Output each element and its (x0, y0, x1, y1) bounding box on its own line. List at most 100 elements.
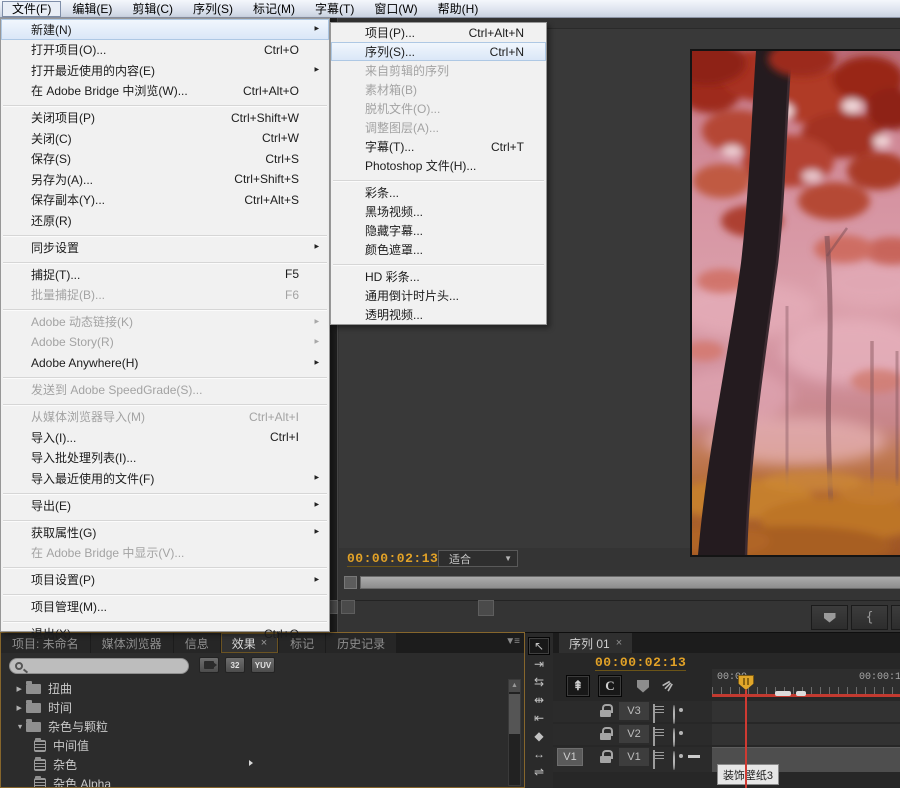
slide-tool[interactable]: ⇌ (528, 763, 550, 781)
file-menu-item[interactable]: 从媒体浏览器导入(M) Ctrl+Alt+I (1, 407, 329, 428)
razor-tool[interactable]: ◆ (528, 727, 550, 745)
submenu-item[interactable]: Photoshop 文件(H)... (331, 156, 546, 175)
submenu-item[interactable]: 脱机文件(O)... (331, 99, 546, 118)
effects-folder-distort[interactable]: 扭曲 (2, 679, 507, 698)
file-menu-item[interactable]: Adobe Anywhere(H) (1, 353, 329, 374)
sync-lock-toggle[interactable] (653, 751, 655, 769)
submenu-item[interactable]: 项目(P)... Ctrl+Alt+N (331, 23, 546, 42)
file-menu-item[interactable]: 在 Adobe Bridge 中显示(V)... (1, 543, 329, 564)
submenu-item[interactable]: 来自剪辑的序列 (331, 61, 546, 80)
zoom-level-select[interactable]: 适合 ▼ (438, 550, 518, 567)
submenu-item[interactable]: 序列(S)... Ctrl+N (331, 42, 546, 61)
effects-search-input[interactable] (9, 658, 189, 674)
add-marker-button[interactable] (811, 605, 848, 630)
effect-median[interactable]: 中间值 (2, 736, 507, 755)
menubar-item[interactable]: 帮助(H) (429, 1, 488, 17)
menubar-item[interactable]: 编辑(E) (63, 1, 121, 17)
file-menu-item[interactable]: 还原(R) (1, 210, 329, 231)
file-menu-item[interactable]: 同步设置 (1, 237, 329, 258)
track-output-toggle[interactable] (673, 706, 675, 724)
file-menu-item[interactable]: 批量捕捉(B)... F6 (1, 285, 329, 306)
submenu-item[interactable]: 素材箱(B) (331, 80, 546, 99)
sync-lock-toggle[interactable] (653, 728, 655, 746)
panel-tab[interactable]: 历史记录 × (326, 633, 396, 653)
twisty-icon[interactable] (17, 684, 26, 692)
twisty-icon[interactable] (17, 703, 26, 711)
submenu-item[interactable]: HD 彩条... (331, 267, 546, 286)
track-name[interactable]: V2 (619, 725, 649, 743)
rolling-edit-tool[interactable]: ⇹ (528, 691, 550, 709)
file-menu-item[interactable]: 导入批处理列表(I)... (1, 448, 329, 469)
mark-in-button[interactable]: { (851, 605, 888, 630)
sync-lock-toggle[interactable] (653, 705, 655, 723)
effects-folder-time[interactable]: 时间 (2, 698, 507, 717)
track-output-toggle[interactable] (673, 752, 675, 770)
submenu-item[interactable]: 颜色遮罩... (331, 240, 546, 259)
file-menu-item[interactable]: 导入(I)... Ctrl+I (1, 427, 329, 448)
file-menu-item[interactable]: 项目管理(M)... (1, 597, 329, 618)
scroll-up-icon[interactable]: ▲ (509, 680, 520, 692)
track-content[interactable] (712, 701, 900, 722)
monitor-scrollbar[interactable] (360, 576, 900, 589)
menubar-item[interactable]: 字幕(T) (306, 1, 363, 17)
clip-name-label[interactable]: 装饰壁纸3 (717, 764, 779, 785)
file-menu-item[interactable]: 项目设置(P) (1, 570, 329, 591)
track-name[interactable]: V3 (619, 702, 649, 720)
menubar-item[interactable]: 窗口(W) (365, 1, 426, 17)
source-patch-toggle[interactable]: V1 (557, 748, 583, 766)
submenu-item[interactable]: 调整图层(A)... (331, 118, 546, 137)
file-menu-item[interactable]: 打开最近使用的内容(E) (1, 60, 329, 81)
file-menu-item[interactable]: 保存(S) Ctrl+S (1, 149, 329, 170)
submenu-item[interactable]: 黑场视频... (331, 202, 546, 221)
submenu-item[interactable]: 通用倒计时片头... (331, 286, 546, 305)
effect-noise[interactable]: 杂色 (2, 755, 507, 774)
track-content[interactable] (712, 724, 900, 745)
menubar-item[interactable]: 剪辑(C) (123, 1, 182, 17)
sequence-tab[interactable]: 序列 01 × (559, 633, 632, 653)
playback-button[interactable] (478, 600, 494, 616)
close-tab-icon[interactable]: × (616, 637, 622, 649)
menubar-item[interactable]: 标记(M) (244, 1, 304, 17)
track-name[interactable]: V1 (619, 748, 649, 766)
rate-stretch-tool[interactable]: ⇤ (528, 709, 550, 727)
add-marker-button[interactable] (631, 675, 655, 697)
file-menu-item[interactable]: 导出(E) (1, 495, 329, 516)
linked-selection-button[interactable]: C (598, 675, 622, 697)
track-output-toggle[interactable] (673, 729, 675, 747)
monitor-scroll-button-b[interactable] (341, 600, 355, 614)
submenu-item[interactable]: 字幕(T)... Ctrl+T (331, 137, 546, 156)
file-menu-item[interactable]: 退出(X) Ctrl+Q (1, 624, 329, 645)
file-menu-item[interactable]: Adobe Story(R) (1, 332, 329, 353)
ripple-edit-tool[interactable]: ⇆ (528, 673, 550, 691)
slip-tool[interactable]: ↔ (528, 745, 550, 763)
file-menu-item[interactable]: 发送到 Adobe SpeedGrade(S)... (1, 380, 329, 401)
accelerated-effects-filter[interactable] (199, 657, 219, 673)
file-menu-item[interactable]: 保存副本(Y)... Ctrl+Alt+S (1, 190, 329, 211)
panel-menu-icon[interactable]: ▼≡ (505, 636, 519, 647)
effect-noise-alpha[interactable]: 杂色 Alpha (2, 774, 507, 787)
submenu-item[interactable]: 隐藏字幕... (331, 221, 546, 240)
monitor-scroll-left-handle[interactable] (344, 576, 357, 589)
effects-folder-noise-grain[interactable]: 杂色与颗粒 (2, 717, 507, 736)
program-timecode[interactable]: 00:00:02:13 (347, 551, 438, 567)
file-menu-item[interactable]: 关闭项目(P) Ctrl+Shift+W (1, 108, 329, 129)
file-menu-item[interactable]: 另存为(A)... Ctrl+Shift+S (1, 169, 329, 190)
snap-button[interactable]: ⇞ (566, 675, 590, 697)
file-menu-item[interactable]: 获取属性(G) (1, 522, 329, 543)
submenu-item[interactable]: 彩条... (331, 183, 546, 202)
file-menu-item[interactable]: Adobe 动态链接(K) (1, 312, 329, 333)
file-menu-item[interactable]: 导入最近使用的文件(F) (1, 468, 329, 489)
selection-tool[interactable]: ↖ (528, 637, 550, 655)
timeline-timecode[interactable]: 00:00:02:13 (595, 655, 686, 671)
file-menu-item[interactable]: 打开项目(O)... Ctrl+O (1, 40, 329, 61)
track-select-tool[interactable]: ⇥ (528, 655, 550, 673)
effects-scrollbar[interactable]: ▲ (508, 679, 521, 786)
menubar-item[interactable]: 文件(F) (2, 1, 61, 17)
file-menu-item[interactable]: 新建(N) (1, 19, 329, 40)
scrollbar-thumb[interactable] (509, 694, 520, 734)
yuv-filter[interactable]: YUV (251, 657, 275, 673)
submenu-item[interactable]: 透明视频... (331, 305, 546, 324)
mark-out-button[interactable] (891, 605, 900, 630)
file-menu-item[interactable]: 关闭(C) Ctrl+W (1, 128, 329, 149)
twisty-icon[interactable] (17, 722, 26, 730)
